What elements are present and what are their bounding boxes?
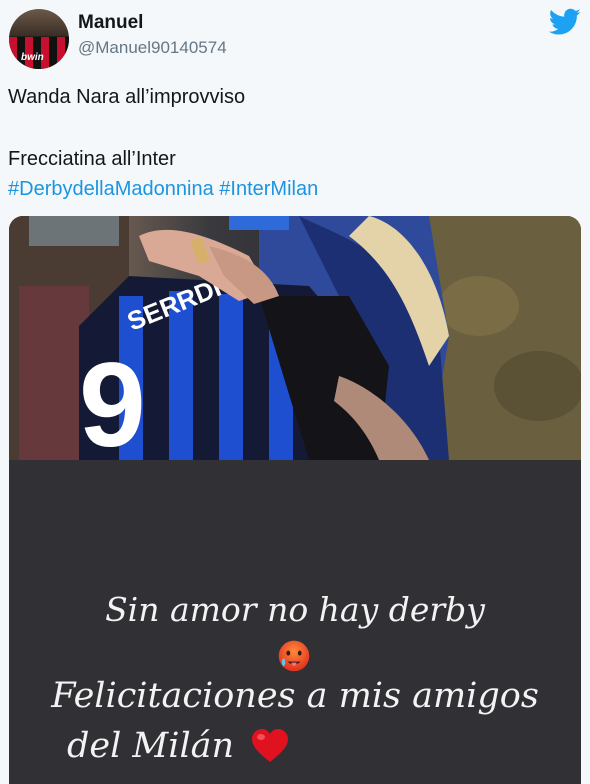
- hot-face-emoji: [278, 640, 310, 672]
- story-photo: SERRDI 9: [9, 216, 581, 460]
- tweet-card: bwin Manuel @Manuel90140574 Wanda Nara a…: [0, 0, 590, 784]
- red-heart-emoji: [252, 729, 288, 762]
- hashtag-intermilan[interactable]: #InterMilan: [219, 178, 318, 200]
- hashtag-derby[interactable]: #DerbydellaMadonnina: [8, 178, 214, 200]
- tweet-media-image[interactable]: SERRDI 9 Sin amor no hay derby Felicitac…: [9, 216, 581, 784]
- display-name[interactable]: Manuel: [78, 12, 143, 34]
- tweet-hashtags: #DerbydellaMadonnina #InterMilan: [8, 178, 318, 201]
- jersey-number-text: 9: [79, 338, 146, 460]
- tweet-text-line1: Wanda Nara all’improvviso: [8, 86, 246, 108]
- user-handle[interactable]: @Manuel90140574: [78, 38, 227, 58]
- caption-line3: del Milán: [67, 726, 235, 766]
- tweet-text-line2: Frecciatina all’Inter: [8, 148, 176, 170]
- avatar-sponsor-text: bwin: [21, 52, 44, 63]
- embrace-photo-illustration: SERRDI 9: [9, 216, 581, 460]
- avatar[interactable]: bwin: [9, 9, 69, 69]
- caption-line2: Felicitaciones a mis amigos: [51, 676, 539, 716]
- caption-line1: Sin amor no hay derby: [105, 590, 485, 629]
- twitter-bird-icon[interactable]: [549, 8, 581, 36]
